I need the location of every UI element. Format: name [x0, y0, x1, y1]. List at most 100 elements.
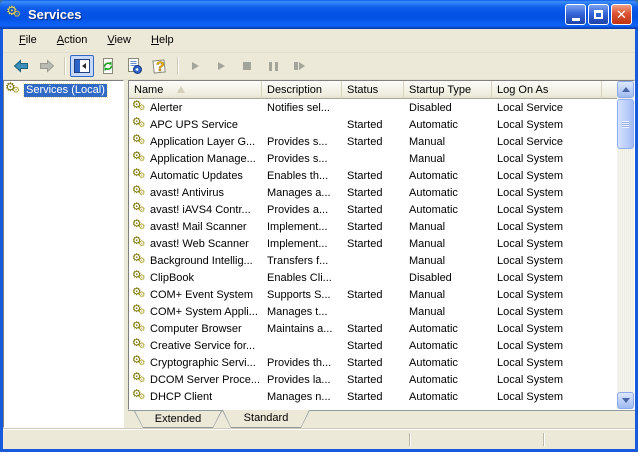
maximize-button[interactable] — [588, 4, 609, 25]
service-description: Implement... — [267, 237, 328, 250]
service-row[interactable]: Cryptographic Servi... Provides th... St… — [129, 354, 617, 371]
refresh-icon — [103, 58, 113, 74]
service-description: Provides a... — [267, 203, 329, 216]
service-name: Cryptographic Servi... — [150, 356, 256, 369]
service-row[interactable]: avast! Antivirus Manages a... Started Au… — [129, 184, 617, 201]
service-description: Maintains a... — [267, 322, 333, 335]
help-button[interactable]: ? — [148, 55, 172, 77]
refresh-button[interactable] — [96, 55, 120, 77]
scroll-up-button[interactable] — [617, 81, 634, 98]
window-title: Services — [28, 7, 82, 22]
service-row[interactable]: Alerter Notifies sel... Disabled Local S… — [129, 99, 617, 116]
back-button[interactable] — [9, 55, 33, 77]
service-status: Started — [347, 237, 383, 250]
pause-service-icon — [268, 61, 278, 71]
service-startup-type: Automatic — [409, 186, 458, 199]
service-log-on-as: Local System — [497, 390, 564, 403]
service-row[interactable]: Application Layer G... Provides s... Sta… — [129, 133, 617, 150]
service-row[interactable]: ClipBook Enables Cli... Disabled Local S… — [129, 269, 617, 286]
services-gears-icon — [6, 4, 24, 23]
service-startup-type: Automatic — [409, 118, 458, 131]
service-gears-icon — [132, 270, 147, 285]
restart-service-icon — [293, 62, 305, 70]
service-name-cell: avast! Mail Scanner — [129, 219, 262, 234]
service-status: Started — [347, 220, 383, 233]
service-row[interactable]: Application Manage... Provides s... Manu… — [129, 150, 617, 167]
service-name: COM+ Event System — [150, 288, 254, 301]
service-name-cell: Application Manage... — [129, 151, 262, 166]
service-log-on-as: Local System — [497, 169, 564, 182]
service-gears-icon — [132, 321, 147, 336]
help-icon: ? — [152, 58, 166, 74]
column-header-log-on-as[interactable]: Log On As — [492, 81, 602, 99]
service-name-cell: COM+ System Appli... — [129, 304, 262, 319]
service-log-on-as: Local System — [497, 322, 564, 335]
service-gears-icon — [132, 134, 147, 149]
svg-text:?: ? — [156, 58, 165, 74]
service-name-cell: avast! Web Scanner — [129, 236, 262, 251]
menu-action[interactable]: Action — [47, 31, 98, 50]
service-name: avast! Web Scanner — [150, 237, 249, 250]
service-startup-type: Automatic — [409, 322, 458, 335]
scrollbar-thumb[interactable] — [617, 99, 634, 149]
service-row[interactable]: DCOM Server Proce... Provides la... Star… — [129, 371, 617, 388]
scrollbar-track[interactable] — [617, 150, 634, 392]
titlebar[interactable]: Services ✕ — [0, 0, 638, 29]
service-startup-type: Manual — [409, 135, 446, 148]
statusbar-separator — [409, 433, 410, 446]
service-row[interactable]: Automatic Updates Enables th... Started … — [129, 167, 617, 184]
column-header-description[interactable]: Description — [262, 81, 342, 99]
close-icon: ✕ — [616, 7, 627, 22]
service-name-cell: Cryptographic Servi... — [129, 355, 262, 370]
service-row[interactable]: Computer Browser Maintains a... Started … — [129, 320, 617, 337]
export-list-button[interactable] — [122, 55, 146, 77]
forward-button[interactable] — [35, 55, 59, 77]
sort-ascending-icon — [177, 86, 186, 93]
service-row[interactable]: Background Intellig... Transfers f... Ma… — [129, 252, 617, 269]
show-hide-console-tree-button[interactable] — [70, 55, 94, 77]
service-row[interactable]: avast! Mail Scanner Implement... Started… — [129, 218, 617, 235]
restart-service-button[interactable] — [287, 55, 311, 77]
scroll-down-button[interactable] — [617, 392, 634, 409]
column-header-name[interactable]: Name — [129, 81, 262, 99]
menu-help[interactable]: Help — [141, 31, 184, 50]
service-name-cell: DHCP Client — [129, 389, 262, 404]
start-service-button[interactable] — [183, 55, 207, 77]
services-window: Services ✕ File Action View Help — [0, 0, 638, 452]
service-log-on-as: Local System — [497, 339, 564, 352]
stop-service-button[interactable] — [235, 55, 259, 77]
service-name: Automatic Updates — [150, 169, 243, 182]
column-header-startup-type[interactable]: Startup Type — [404, 81, 492, 99]
service-row[interactable]: DHCP Client Manages n... Started Automat… — [129, 388, 617, 405]
service-startup-type: Automatic — [409, 339, 458, 352]
tree-item-services-local[interactable]: Services (Local) — [5, 81, 122, 98]
service-startup-type: Manual — [409, 237, 446, 250]
service-name: APC UPS Service — [150, 118, 239, 131]
resume-service-button[interactable] — [209, 55, 233, 77]
service-row[interactable]: Creative Service for... Started Automati… — [129, 337, 617, 354]
vertical-scrollbar[interactable] — [617, 81, 634, 409]
service-row[interactable]: avast! Web Scanner Implement... Started … — [129, 235, 617, 252]
tab-standard[interactable]: Standard — [222, 410, 310, 428]
service-row[interactable]: APC UPS Service Started Automatic Local … — [129, 116, 617, 133]
back-icon — [13, 59, 28, 73]
close-button[interactable]: ✕ — [611, 4, 632, 25]
export-list-icon — [128, 58, 142, 74]
service-name: Computer Browser — [150, 322, 242, 335]
service-name-cell: Creative Service for... — [129, 338, 262, 353]
menu-view[interactable]: View — [97, 31, 141, 50]
service-name: Alerter — [150, 101, 183, 114]
pause-service-button[interactable] — [261, 55, 285, 77]
service-row[interactable]: COM+ Event System Supports S... Started … — [129, 286, 617, 303]
service-description: Supports S... — [267, 288, 331, 301]
service-row[interactable]: COM+ System Appli... Manages t... Manual… — [129, 303, 617, 320]
console-tree-panel: Services (Local) — [3, 80, 124, 428]
service-status: Started — [347, 322, 383, 335]
service-row[interactable]: avast! iAVS4 Contr... Provides a... Star… — [129, 201, 617, 218]
service-name: avast! iAVS4 Contr... — [150, 203, 251, 216]
column-header-status[interactable]: Status — [342, 81, 404, 99]
menu-file[interactable]: File — [9, 31, 47, 50]
minimize-button[interactable] — [565, 4, 586, 25]
tab-extended[interactable]: Extended — [134, 411, 222, 428]
service-status: Started — [347, 339, 383, 352]
